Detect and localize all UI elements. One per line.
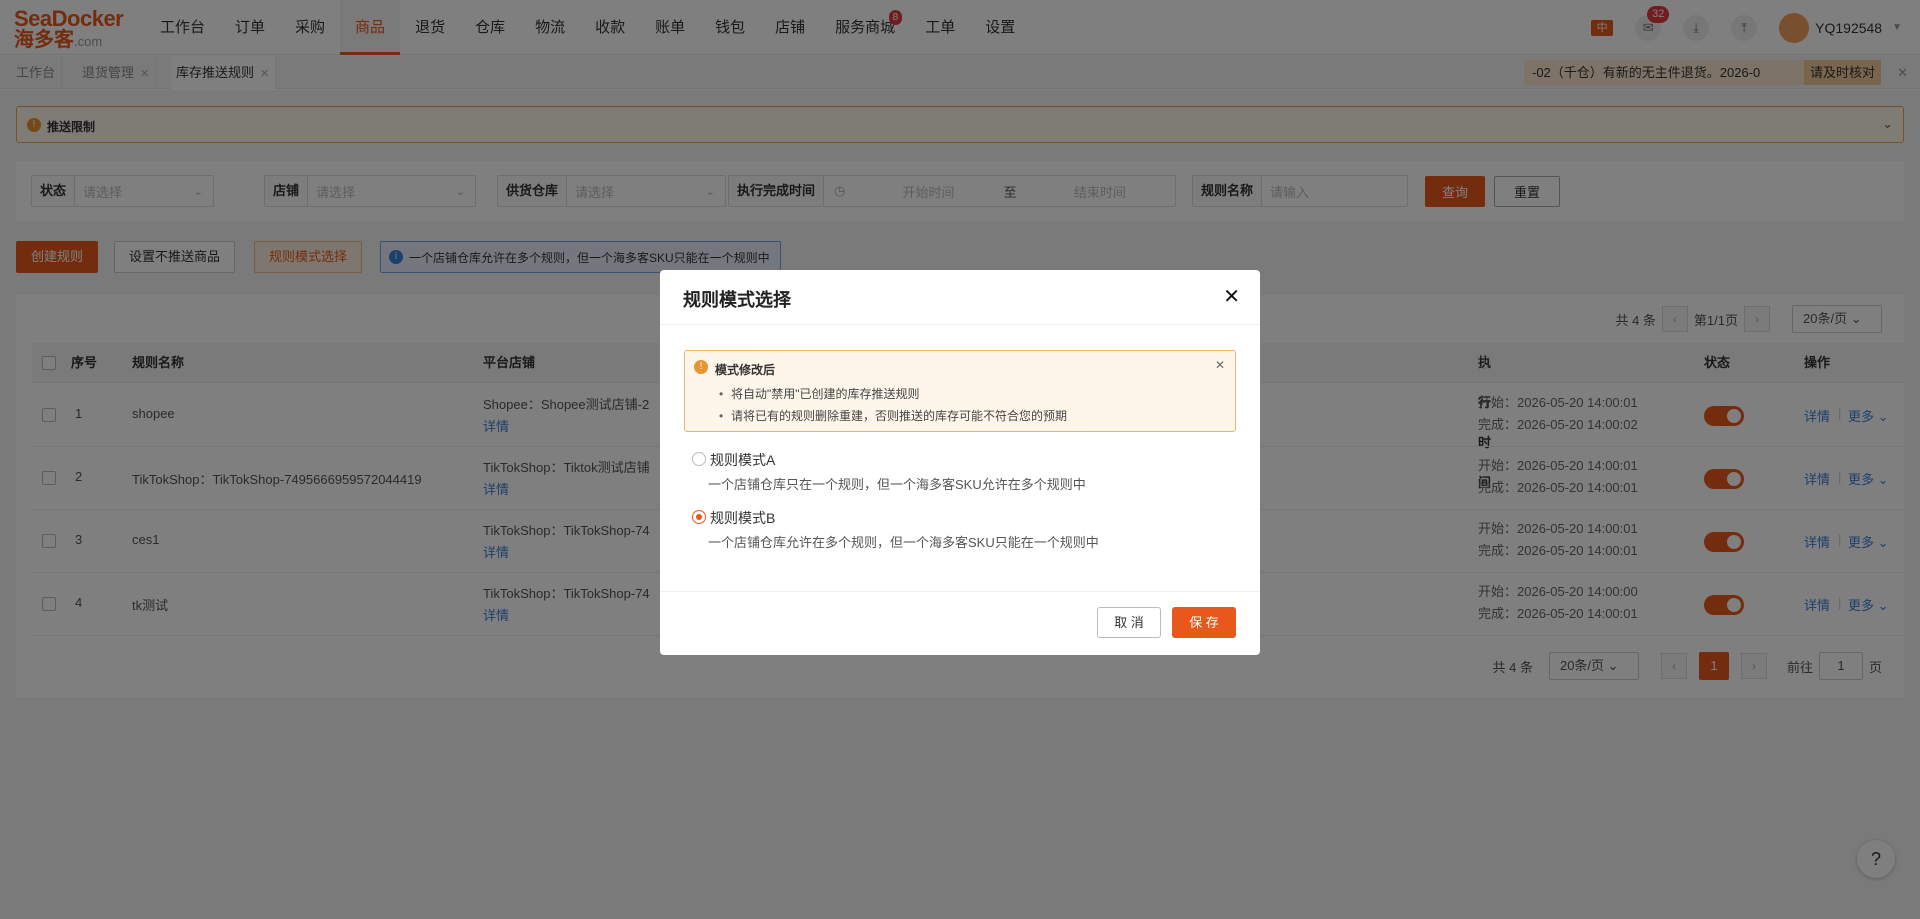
dialog-divider bbox=[660, 591, 1260, 592]
alert-title: 模式修改后 bbox=[715, 363, 776, 377]
mode-a-label[interactable]: 规则模式A bbox=[710, 450, 775, 470]
alert-item: 请将已有的规则删除重建，否则推送的库存可能不符合您的预期 bbox=[719, 405, 1067, 427]
dialog-header: 规则模式选择 ✕ bbox=[660, 270, 1260, 325]
warning-icon: ! bbox=[694, 360, 708, 374]
mode-a-radio[interactable] bbox=[692, 452, 706, 466]
mode-b-radio[interactable] bbox=[692, 510, 706, 524]
mode-b-label[interactable]: 规则模式B bbox=[710, 508, 775, 528]
mode-b-desc: 一个店铺仓库允许在多个规则，但一个海多客SKU只能在一个规则中 bbox=[708, 535, 1099, 550]
alert-list: 将自动"禁用"已创建的库存推送规则 请将已有的规则删除重建，否则推送的库存可能不… bbox=[719, 383, 1067, 427]
mode-a-desc: 一个店铺仓库只在一个规则，但一个海多客SKU允许在多个规则中 bbox=[708, 477, 1086, 492]
mode-warning-alert: ! 模式修改后 ✕ 将自动"禁用"已创建的库存推送规则 请将已有的规则删除重建，… bbox=[684, 350, 1236, 432]
close-icon[interactable]: ✕ bbox=[1215, 358, 1225, 372]
close-icon[interactable]: ✕ bbox=[1223, 284, 1240, 309]
dialog-title: 规则模式选择 bbox=[683, 290, 791, 310]
cancel-button[interactable]: 取 消 bbox=[1097, 607, 1161, 638]
save-button[interactable]: 保 存 bbox=[1172, 607, 1236, 638]
alert-item: 将自动"禁用"已创建的库存推送规则 bbox=[719, 383, 1067, 405]
rule-mode-dialog: 规则模式选择 ✕ ! 模式修改后 ✕ 将自动"禁用"已创建的库存推送规则 请将已… bbox=[660, 270, 1260, 655]
